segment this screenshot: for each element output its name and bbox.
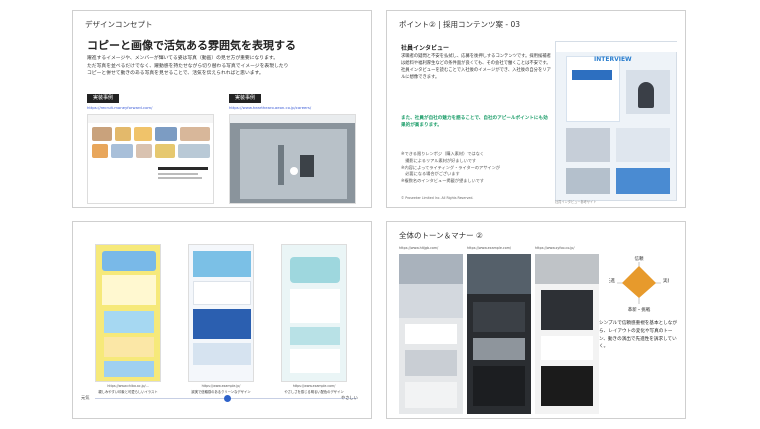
example-url[interactable]: https://www.hearthearo.aeon.co.jp/career… xyxy=(229,105,311,110)
slide-design-directions[interactable]: https://www.chiba.ac.jp/... https://www.… xyxy=(72,221,372,419)
site-url[interactable]: https://www.example.jp/ xyxy=(181,384,261,388)
radar-label-top: 信頼 xyxy=(635,255,644,262)
radar-label-left: 先進 xyxy=(609,277,615,284)
slide-design-concept[interactable]: デザインコンセプト コピーと画像で活気ある雰囲気を表現する 躍進するイメージや、… xyxy=(72,10,372,208)
radar-chart: 信頼 先進 実感 革新・挑戦 xyxy=(609,255,669,313)
site-preview xyxy=(95,244,161,382)
slide-title: 全体のトーン＆マナー ② xyxy=(399,231,483,240)
body-line: コピーと併せて動きのある写真を見せることで、活気を伝えられればと思います。 xyxy=(87,71,264,76)
mockup-caption: 社員インタビュー参考サイト xyxy=(555,200,597,204)
site-url[interactable]: https://www.example.com/ xyxy=(274,384,354,388)
copyright: © Proseeker Limited Inc. All Rights Rese… xyxy=(401,196,474,200)
mock-heading: INTERVIEW xyxy=(594,56,632,63)
note-line: 撮影によるリアル素材が好ましいです xyxy=(401,157,477,163)
site-preview xyxy=(535,254,599,414)
section-heading: 社員インタビュー xyxy=(401,45,450,52)
example-label: 実装事例 xyxy=(87,94,120,103)
tone-description: シンプルで信頼感重視を基本としながら、レイアウトの変化や写真のトーン、動きの演出… xyxy=(599,321,677,350)
slide-headline: コピーと画像で活気ある雰囲気を表現する xyxy=(87,39,296,52)
site-caption: 親しみやすい印象と可愛らしいイラスト xyxy=(98,390,158,394)
site-caption: やさしさを感じる明るい配色のデザイン xyxy=(284,390,344,394)
example-label: 実装事例 xyxy=(229,94,262,103)
interview-mockup: INTERVIEW xyxy=(555,41,678,201)
site-preview xyxy=(281,244,347,382)
slide-body: 躍進するイメージや、メンバーが輝いてる姿は写真（動画）の見せ方が重要になります。… xyxy=(87,55,367,78)
accent-text: また、社員が自社の魅力を語ることで、自社のアピールポイントにも効果的が高まります… xyxy=(401,116,548,129)
site-caption: 誠実で信頼感のあるクリーンなデザイン xyxy=(191,390,251,394)
site-url[interactable]: https://www.example.com/ xyxy=(467,246,511,250)
example-url[interactable]: https://recruit.moneyforward.com/ xyxy=(87,105,152,110)
scale-right-label: やさしい xyxy=(341,395,358,400)
notes: ※できる限りレンポジ（購入素材）ではなく 撮影によるリアル素材が好ましいです ※… xyxy=(401,151,561,185)
site-url[interactable]: https://www.hitjgb.com/ xyxy=(399,246,438,250)
site-preview xyxy=(399,254,463,414)
example-screenshot xyxy=(87,114,214,204)
slide-title: ポイント② | 採用コンテンツ案 - 03 xyxy=(399,20,521,29)
note-line: ※できる限りレンポジ（購入素材）ではなく xyxy=(401,151,484,156)
section-text: 求職者の疑問と不安を払拭し、応募を後押しするコンテンツです。採用候補者は給料や福… xyxy=(401,54,551,80)
radar-label-right: 実感 xyxy=(663,277,669,284)
site-url[interactable]: https://www.chiba.ac.jp/... xyxy=(88,384,168,388)
scale-marker[interactable] xyxy=(224,395,231,402)
slide-tone-manner[interactable]: 全体のトーン＆マナー ② https://www.hitjgb.com/ htt… xyxy=(386,221,686,419)
site-preview xyxy=(188,244,254,382)
slide-interview[interactable]: ポイント② | 採用コンテンツ案 - 03 社員インタビュー 求職者の疑問と不安… xyxy=(386,10,686,208)
body-line: ただ写真を並べるだけでなく、躍動感を持たせながら切り替わる写真でイメージを表現し… xyxy=(87,63,289,69)
site-url[interactable]: https://www.syfoo.co.jp/ xyxy=(535,246,574,250)
site-preview xyxy=(467,254,531,414)
radar-label-bottom: 革新・挑戦 xyxy=(628,306,651,313)
scale-left-label: 元気 xyxy=(81,395,90,400)
body-line: 躍進するイメージや、メンバーが輝いてる姿は写真（動画）の見せ方が重要になります。 xyxy=(87,56,279,61)
example-screenshot xyxy=(229,114,356,204)
note-line: ※複数名のインタビュー掲載が望ましいです xyxy=(401,178,484,184)
slide-title: デザインコンセプト xyxy=(85,20,153,29)
